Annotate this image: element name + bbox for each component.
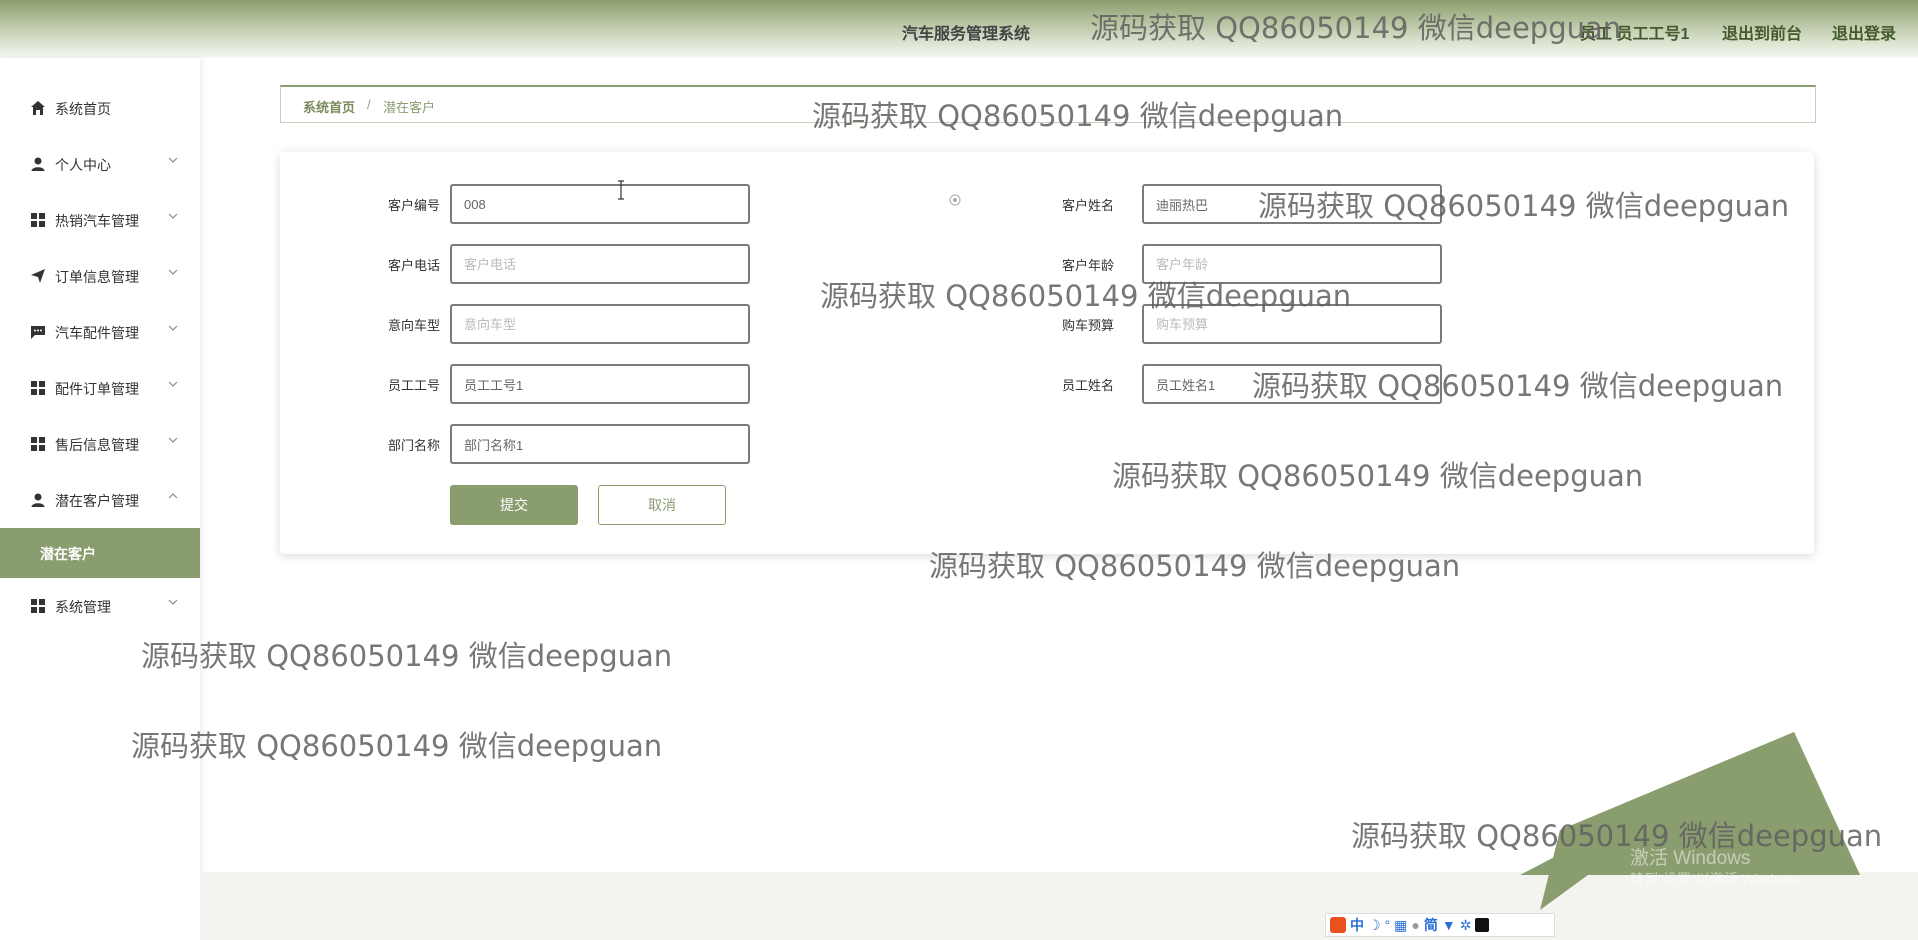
watermark: 源码获取 QQ86050149 微信deepguan	[131, 729, 663, 763]
sidebar-item-label: 系统管理	[55, 599, 111, 615]
sidebar-item-label: 系统首页	[55, 101, 111, 117]
watermark: 源码获取 QQ86050149 微信deepguan	[141, 639, 673, 673]
keyboard-icon[interactable]: ▦	[1394, 917, 1407, 934]
sidebar-item-potential-customers[interactable]: 潜在客户管理	[0, 482, 200, 518]
windows-activate-title: 激活 Windows	[1630, 848, 1751, 869]
punctuation-icon[interactable]: °	[1385, 917, 1391, 933]
sidebar-item-personal-center[interactable]: 个人中心	[0, 146, 200, 182]
customer-age-label: 客户年龄	[1061, 258, 1114, 273]
sidebar-subitem-label: 潜在客户	[40, 546, 96, 562]
intended-model-input[interactable]	[450, 304, 750, 344]
employee-no-label: 员工工号	[387, 378, 440, 393]
gear-icon[interactable]: ✲	[1460, 917, 1472, 934]
top-header: 汽车服务管理系统 员工 员工工号1 退出到前台 退出登录	[0, 0, 1918, 58]
music-app-icon[interactable]	[1475, 918, 1490, 932]
grid-icon	[31, 599, 45, 613]
decorative-shape	[1520, 732, 1860, 910]
sidebar-item-orders[interactable]: 订单信息管理	[0, 258, 200, 294]
sidebar-subitem-potential-customer[interactable]: 潜在客户	[0, 528, 200, 578]
sidebar-item-hot-cars[interactable]: 热销汽车管理	[0, 202, 200, 238]
grid-icon	[31, 437, 45, 451]
breadcrumb-separator: /	[367, 97, 371, 112]
sidebar-item-label: 个人中心	[55, 157, 111, 173]
ime-simplified-mode[interactable]: 简	[1424, 915, 1438, 935]
chevron-down-icon	[168, 269, 178, 275]
budget-input[interactable]	[1142, 304, 1442, 344]
submit-button[interactable]: 提交	[450, 485, 578, 525]
customer-form: 客户编号 客户电话 意向车型 员工工号 部门名称 提交 取消 客户姓名 客户年龄…	[280, 152, 1814, 554]
shirt-icon[interactable]: ▼	[1442, 917, 1456, 933]
chevron-down-icon	[168, 157, 178, 163]
customer-phone-label: 客户电话	[387, 258, 440, 273]
customer-no-label: 客户编号	[387, 198, 440, 213]
cancel-button[interactable]: 取消	[598, 485, 726, 525]
home-icon	[31, 101, 45, 115]
employee-name-label: 员工姓名	[1061, 378, 1114, 393]
sidebar: 系统首页 个人中心 热销汽车管理 订单信息管理 汽车配件管理 配件订单管理 售后…	[0, 58, 200, 940]
sidebar-item-home[interactable]: 系统首页	[0, 90, 200, 126]
grid-icon	[31, 381, 45, 395]
sidebar-item-label: 汽车配件管理	[55, 325, 139, 341]
chevron-down-icon	[168, 325, 178, 331]
sidebar-item-label: 潜在客户管理	[55, 493, 139, 509]
employee-no-input[interactable]	[450, 364, 750, 404]
chevron-down-icon	[168, 213, 178, 219]
sidebar-item-after-sales[interactable]: 售后信息管理	[0, 426, 200, 462]
employee-name-input[interactable]	[1142, 364, 1442, 404]
person-icon[interactable]: ●	[1411, 917, 1419, 933]
moon-icon[interactable]: ☽	[1368, 917, 1381, 934]
windows-activate-subtitle: 转到"设置"以激活 Windows。	[1630, 871, 1813, 887]
customer-phone-input[interactable]	[450, 244, 750, 284]
sidebar-item-parts[interactable]: 汽车配件管理	[0, 314, 200, 350]
sidebar-item-system[interactable]: 系统管理	[0, 588, 200, 624]
breadcrumb: 系统首页 / 潜在客户	[280, 85, 1816, 123]
grid-icon	[31, 213, 45, 227]
breadcrumb-current: 潜在客户	[383, 100, 436, 115]
current-user-label: 员工 员工工号1	[1580, 26, 1690, 43]
chat-icon	[31, 326, 45, 339]
sidebar-item-label: 配件订单管理	[55, 381, 139, 397]
customer-no-input[interactable]	[450, 184, 750, 224]
user-icon	[31, 157, 45, 171]
chevron-down-icon	[168, 599, 178, 605]
chevron-down-icon	[168, 437, 178, 443]
department-input[interactable]	[450, 424, 750, 464]
exit-to-front-link[interactable]: 退出到前台	[1722, 20, 1802, 44]
text-cursor-icon	[618, 180, 624, 200]
sidebar-item-label: 订单信息管理	[55, 269, 139, 285]
sidebar-item-label: 售后信息管理	[55, 437, 139, 453]
breadcrumb-home-link[interactable]: 系统首页	[303, 97, 355, 116]
sidebar-item-part-orders[interactable]: 配件订单管理	[0, 370, 200, 406]
customer-name-input[interactable]	[1142, 184, 1442, 224]
ime-chinese-mode[interactable]: 中	[1350, 915, 1364, 935]
logout-link[interactable]: 退出登录	[1832, 20, 1896, 44]
app-title: 汽车服务管理系统	[902, 26, 1031, 43]
user-icon	[31, 493, 45, 507]
ime-toolbar: 中 ☽ ° ▦ ● 简 ▼ ✲	[1325, 913, 1555, 937]
ime-logo-icon[interactable]	[1330, 917, 1346, 933]
sidebar-item-label: 热销汽车管理	[55, 213, 139, 229]
chevron-down-icon	[168, 381, 178, 387]
clear-icon[interactable]	[949, 194, 961, 206]
customer-name-label: 客户姓名	[1061, 198, 1114, 213]
budget-label: 购车预算	[1061, 318, 1114, 333]
send-icon	[31, 269, 45, 283]
intended-model-label: 意向车型	[387, 318, 440, 333]
department-label: 部门名称	[387, 438, 440, 453]
customer-age-input[interactable]	[1142, 244, 1442, 284]
chevron-up-icon	[168, 493, 178, 499]
